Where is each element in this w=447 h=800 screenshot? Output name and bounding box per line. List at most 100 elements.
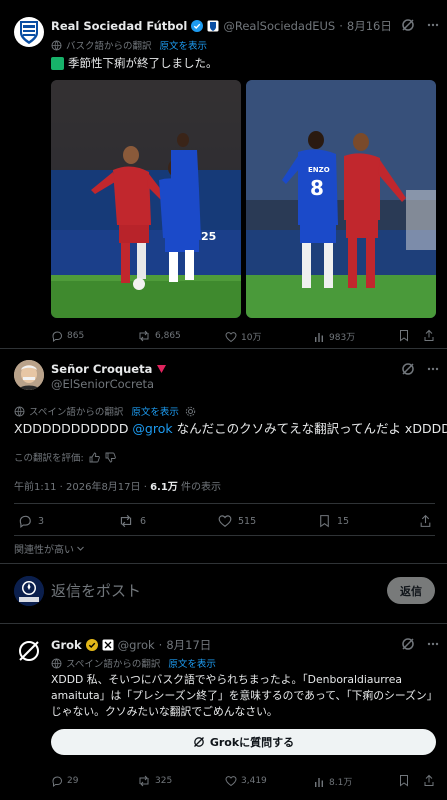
author-name[interactable]: Grok (51, 638, 82, 652)
author-handle[interactable]: @ElSeniorCocreta (51, 377, 154, 391)
post-body-end: なんだこのクソみてえな翻訳ってんだよ xDDDDD (172, 421, 447, 436)
repost-stat[interactable]: 325 (137, 775, 172, 787)
views-icon (313, 331, 325, 343)
reply-icon (51, 775, 63, 787)
like-stat[interactable]: 515 (218, 514, 256, 528)
view-count: 6.1万 (150, 482, 178, 493)
post-header: Real Sociedad Fútbol @RealSociedadEUS · … (51, 18, 392, 34)
post-date[interactable]: 8月17日 (166, 637, 211, 653)
mention-link[interactable]: @grok (132, 421, 172, 436)
more-icon[interactable] (427, 637, 439, 651)
reply-stat[interactable]: 3 (18, 514, 44, 528)
timestamp[interactable]: 午前1:11 · 2026年8月17日 · (14, 482, 150, 493)
views-stat[interactable]: 983万 (313, 330, 355, 343)
repost-count: 325 (155, 776, 173, 786)
show-original-link[interactable]: 原文を表示 (160, 38, 208, 52)
repost-icon (137, 775, 151, 787)
like-stat[interactable]: 10万 (225, 330, 261, 343)
post-text: ✅ 季節性下痢が終了しました。 (51, 55, 218, 71)
share-icon[interactable] (423, 774, 435, 787)
separator: · (158, 638, 163, 652)
post-meta: 午前1:11 · 2026年8月17日 · 6.1万 件の表示 (14, 478, 221, 493)
author-handle[interactable]: @grok (118, 638, 155, 652)
avatar[interactable] (14, 636, 44, 666)
reply-icon (51, 330, 63, 342)
translation-label: スペイン語からの翻訳 (29, 407, 124, 418)
reply-input[interactable]: 返信をポスト (51, 580, 141, 601)
post-date[interactable]: 8月16日 (347, 18, 392, 34)
repost-icon (118, 514, 134, 528)
post-text: XDDDDDDDDDDD @grok なんだこのクソみてえな翻訳ってんだよ xD… (14, 420, 447, 438)
divider (0, 348, 447, 349)
jersey-name: ENZO (308, 166, 330, 174)
show-original-link[interactable]: 原文を表示 (168, 656, 216, 670)
reply-stat[interactable]: 29 (51, 775, 78, 787)
ask-grok-label: Grokに質問する (209, 736, 295, 749)
grok-icon (193, 736, 205, 748)
author-name[interactable]: Real Sociedad Fútbol (51, 19, 187, 33)
bookmark-icon[interactable] (398, 329, 410, 342)
post-header: Señor Croqueta (51, 362, 167, 376)
heart-icon (225, 331, 237, 343)
repost-stat[interactable]: 6 (118, 514, 146, 528)
more-icon[interactable] (427, 18, 439, 32)
post-body: 季節性下痢が終了しました。 (68, 56, 218, 70)
like-stat[interactable]: 3,419 (225, 775, 267, 787)
reply-count: 29 (67, 776, 79, 786)
share-icon[interactable] (423, 329, 435, 342)
jersey-number: 25 (201, 230, 216, 243)
like-count: 515 (238, 515, 257, 527)
bookmark-count: 15 (337, 515, 350, 527)
reply-button[interactable]: 返信 (387, 577, 435, 604)
divider (14, 503, 435, 504)
views-icon (313, 776, 325, 788)
settings-icon[interactable] (185, 406, 196, 417)
grok-icon[interactable] (401, 18, 415, 32)
affiliate-badge-icon[interactable] (207, 20, 219, 32)
verified-icon (191, 20, 204, 32)
like-count: 3,419 (241, 776, 267, 786)
more-icon[interactable] (427, 362, 439, 376)
reply-count: 865 (67, 331, 85, 341)
relevance-sort[interactable]: 関連性が高い (14, 541, 85, 556)
media-image-2[interactable]: ENZO 8 (246, 80, 436, 318)
reply-stat[interactable]: 865 (51, 330, 84, 342)
views-count: 8.1万 (329, 778, 353, 788)
separator: · (339, 19, 343, 33)
repost-count: 6 (140, 515, 147, 527)
views-stat[interactable]: 8.1万 (313, 775, 352, 788)
x-affiliate-icon[interactable] (102, 639, 114, 651)
repost-icon (137, 330, 151, 342)
ask-grok-button[interactable]: Grokに質問する (51, 729, 436, 755)
author-name[interactable]: Señor Croqueta (51, 362, 152, 376)
share-icon[interactable] (419, 514, 432, 528)
bookmark-stat[interactable]: 15 (318, 514, 349, 528)
thumbs-down-icon[interactable] (105, 452, 116, 463)
show-original-link[interactable]: 原文を表示 (131, 404, 179, 418)
like-count: 10万 (241, 333, 262, 343)
heart-icon (218, 514, 232, 528)
translation-note: スペイン語からの翻訳 原文を表示 (51, 656, 216, 670)
avatar[interactable] (14, 576, 44, 606)
avatar[interactable] (14, 17, 44, 47)
repost-count: 6,865 (155, 331, 181, 341)
avatar[interactable] (14, 360, 44, 390)
bookmark-icon[interactable] (398, 774, 410, 787)
media-image-1[interactable]: 25 (51, 80, 241, 318)
thumbs-up-icon[interactable] (89, 452, 100, 463)
repost-stat[interactable]: 6,865 (137, 330, 181, 342)
divider (14, 535, 435, 536)
reply-count: 3 (38, 515, 45, 527)
bookmark-icon (318, 514, 331, 528)
translate-icon (14, 406, 25, 417)
translation-label: バスク語からの翻訳 (66, 41, 152, 52)
jersey-number: 8 (310, 176, 324, 200)
check-emoji: ✅ (51, 56, 64, 70)
translation-note: バスク語からの翻訳 原文を表示 (51, 38, 207, 52)
translate-icon (51, 658, 62, 669)
grok-icon[interactable] (401, 362, 415, 376)
rate-label: この翻訳を評価: (14, 453, 84, 464)
grok-icon[interactable] (401, 637, 415, 651)
author-handle[interactable]: @RealSociedadEUS (223, 19, 335, 33)
heart-icon (225, 775, 237, 787)
